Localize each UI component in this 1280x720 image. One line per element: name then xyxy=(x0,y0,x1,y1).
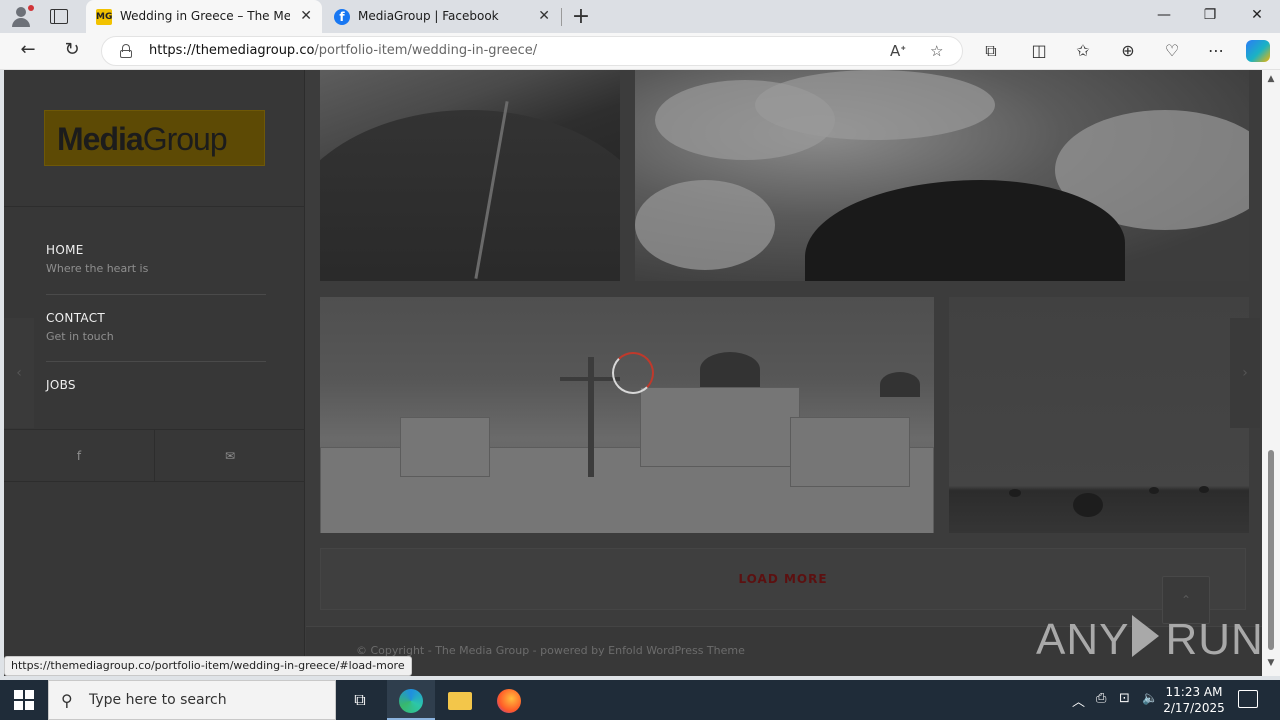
search-icon: ⚲ xyxy=(61,691,73,710)
tab-divider xyxy=(561,8,562,26)
web-page: MediaGroup HOME Where the heart is CONTA… xyxy=(4,70,1262,676)
taskbar-clock[interactable]: 11:23 AM 2/17/2025 xyxy=(1162,684,1226,716)
sidebar-divider xyxy=(4,481,305,482)
load-more-button[interactable]: LOAD MORE xyxy=(320,548,1246,610)
favorite-star-icon[interactable]: ☆ xyxy=(930,42,943,60)
device-icon[interactable]: ⎙ xyxy=(1096,691,1106,706)
nav-item-contact[interactable]: CONTACT Get in touch xyxy=(46,311,266,343)
footer-copyright: © Copyright - The Media Group - powered … xyxy=(356,644,745,657)
anyrun-watermark: ANY RUN xyxy=(1036,612,1264,665)
network-icon[interactable]: ⊡ xyxy=(1119,691,1130,706)
refresh-icon[interactable]: ↻ xyxy=(60,39,84,60)
site-sidebar: MediaGroup HOME Where the heart is CONTA… xyxy=(4,70,305,676)
tab-title: MediaGroup | Facebook xyxy=(358,9,499,23)
menu-divider xyxy=(46,361,266,362)
windows-start-icon[interactable] xyxy=(14,690,34,710)
address-bar[interactable]: https://themediagroup.co/portfolio-item/… xyxy=(101,36,963,66)
favorites-icon[interactable]: ✩ xyxy=(1072,41,1094,60)
copilot-icon[interactable] xyxy=(1246,40,1270,62)
tab-title: Wedding in Greece – The Media Group xyxy=(120,9,290,23)
scroll-up-icon[interactable]: ▲ xyxy=(1262,74,1280,84)
task-view-icon[interactable]: ⧉ xyxy=(336,680,384,720)
menu-divider xyxy=(46,294,266,295)
close-tab-icon[interactable]: ✕ xyxy=(300,8,312,24)
profile-avatar-icon[interactable] xyxy=(8,4,34,28)
file-explorer-icon[interactable] xyxy=(436,680,484,720)
gallery-photo-cliff-group[interactable] xyxy=(635,70,1249,281)
link-status-bar: https://themediagroup.co/portfolio-item/… xyxy=(4,656,412,676)
gallery-photo-hillside[interactable] xyxy=(320,70,620,281)
nav-item-home[interactable]: HOME Where the heart is xyxy=(46,243,266,275)
watermark-left: ANY xyxy=(1036,615,1130,664)
page-scrollbar[interactable]: ▲ ▼ xyxy=(1262,70,1280,676)
lock-icon[interactable] xyxy=(120,44,132,58)
nav-item-subtitle: Where the heart is xyxy=(46,262,149,275)
watermark-right: RUN xyxy=(1165,615,1264,664)
facebook-icon[interactable]: f xyxy=(4,430,154,482)
edge-browser-icon[interactable] xyxy=(387,680,435,720)
notifications-icon[interactable] xyxy=(1238,690,1258,708)
nav-item-title: HOME xyxy=(46,243,84,257)
mediagroup-favicon-icon: MG xyxy=(96,9,112,25)
browser-essentials-icon[interactable]: ♡ xyxy=(1161,41,1183,60)
tab-actions-icon[interactable] xyxy=(50,7,70,25)
close-tab-icon[interactable]: ✕ xyxy=(538,8,550,24)
split-screen-icon[interactable]: ◫ xyxy=(1028,41,1050,60)
nav-item-subtitle: Get in touch xyxy=(46,330,114,343)
firefox-icon[interactable] xyxy=(485,680,533,720)
extensions-icon[interactable]: ⧉ xyxy=(980,41,1002,61)
nav-item-jobs[interactable]: JOBS xyxy=(46,378,266,392)
next-arrow-icon[interactable]: › xyxy=(1230,318,1260,428)
loading-spinner-icon xyxy=(612,352,654,394)
read-aloud-icon[interactable]: Aᐩ xyxy=(890,42,906,60)
scrollbar-thumb[interactable] xyxy=(1268,450,1274,650)
clock-date: 2/17/2025 xyxy=(1163,701,1225,715)
back-arrow-icon[interactable]: ← xyxy=(16,39,40,60)
gallery-photo-field[interactable] xyxy=(949,297,1249,533)
facebook-favicon-icon: f xyxy=(334,9,350,25)
previous-arrow-icon[interactable]: ‹ xyxy=(4,318,34,428)
logo-light-text: Group xyxy=(142,121,228,157)
new-tab-icon[interactable]: + xyxy=(569,4,593,29)
show-hidden-icons-chevron-icon[interactable]: ︿ xyxy=(1072,691,1085,710)
logo-bold-text: Media xyxy=(57,121,144,157)
mail-icon[interactable]: ✉ xyxy=(155,430,305,482)
taskbar-search[interactable]: ⚲ Type here to search xyxy=(48,680,336,720)
sidebar-divider xyxy=(4,206,305,207)
minimize-icon[interactable]: — xyxy=(1152,7,1176,23)
browser-tab-strip: MG Wedding in Greece – The Media Group ✕… xyxy=(0,0,1280,33)
nav-item-title: CONTACT xyxy=(46,311,106,325)
windows-taskbar: ⚲ Type here to search ⧉ ︿ ⎙ ⊡ 🔈 11:23 AM… xyxy=(0,680,1280,720)
close-window-icon[interactable]: ✕ xyxy=(1245,7,1269,23)
scroll-down-icon[interactable]: ▼ xyxy=(1262,658,1280,668)
volume-icon[interactable]: 🔈 xyxy=(1142,691,1158,706)
restore-icon[interactable]: ❐ xyxy=(1198,7,1222,23)
clock-time: 11:23 AM xyxy=(1165,685,1223,699)
collections-icon[interactable]: ⊕ xyxy=(1117,41,1139,60)
nav-item-title: JOBS xyxy=(46,378,76,392)
site-logo[interactable]: MediaGroup xyxy=(44,110,265,166)
play-logo-icon xyxy=(1131,612,1163,660)
url-text[interactable]: https://themediagroup.co/portfolio-item/… xyxy=(149,43,537,58)
tab-facebook[interactable]: f MediaGroup | Facebook ✕ xyxy=(324,0,560,33)
more-menu-icon[interactable]: ⋯ xyxy=(1205,41,1227,60)
tab-wedding-in-greece[interactable]: MG Wedding in Greece – The Media Group ✕ xyxy=(86,0,322,33)
url-path: /portfolio-item/wedding-in-greece/ xyxy=(314,43,538,58)
browser-toolbar: ← ↻ https://themediagroup.co/portfolio-i… xyxy=(0,33,1280,70)
search-placeholder: Type here to search xyxy=(89,692,227,708)
url-host: https://themediagroup.co xyxy=(149,43,315,58)
gallery-photo-santorini[interactable] xyxy=(320,297,934,533)
